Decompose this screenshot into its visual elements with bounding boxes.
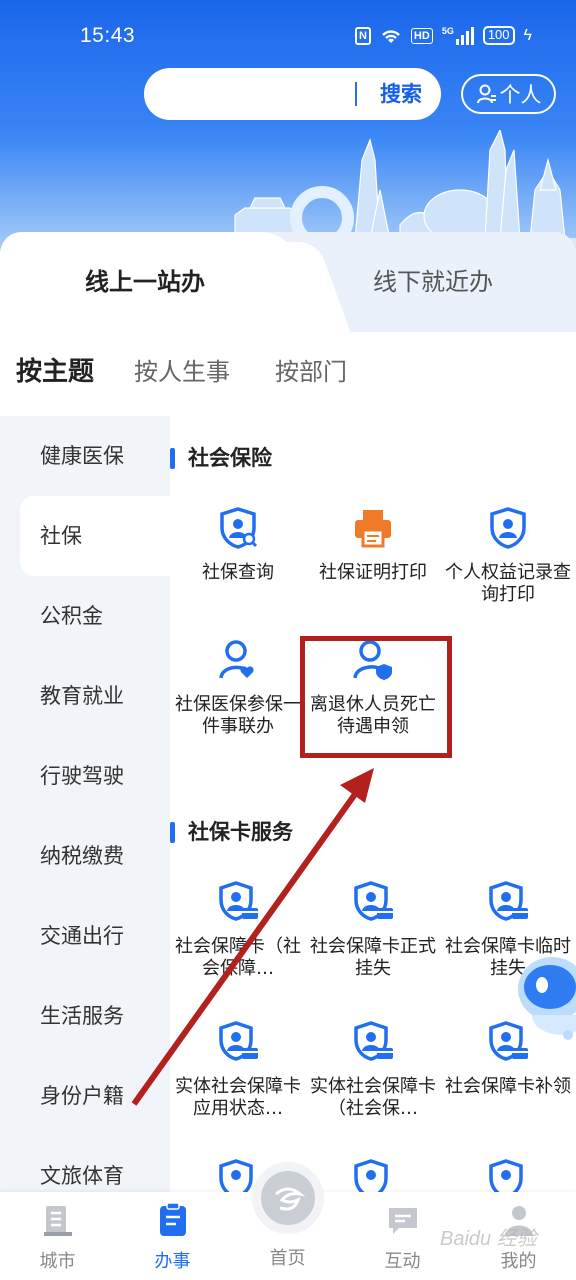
- nav-label: 办事: [154, 1251, 191, 1272]
- service-label: 社保医保参保一件事联办: [175, 694, 301, 737]
- shield-card-icon: [354, 1021, 393, 1061]
- sidebar-item-transport[interactable]: 交通出行: [0, 896, 170, 976]
- sidebar-item-housing-fund[interactable]: 公积金: [0, 576, 170, 656]
- tab-online[interactable]: 线上一站办: [0, 232, 290, 332]
- personal-label: 个人: [499, 83, 542, 107]
- battery-icon: 100: [482, 26, 515, 45]
- search-input[interactable]: [162, 80, 352, 108]
- service-label: 社保证明打印: [319, 562, 427, 583]
- topic-by-department[interactable]: 按部门: [275, 352, 347, 392]
- sidebar-item-health[interactable]: 健康医保: [0, 416, 170, 496]
- section-title-card-service: 社保卡服务: [170, 816, 293, 848]
- wifi-icon: [382, 29, 400, 43]
- shield-search-icon: [220, 507, 258, 549]
- nav-services[interactable]: 办事: [115, 1192, 230, 1280]
- topic-by-theme[interactable]: 按主题: [16, 352, 98, 392]
- status-time: 15:43: [80, 24, 136, 47]
- tab-offline[interactable]: 线下就近办: [290, 232, 576, 332]
- service-card-item[interactable]: 实体社会保障卡（社会保…: [305, 1020, 441, 1120]
- nav-label: 首页: [269, 1248, 306, 1269]
- sidebar-item-tax[interactable]: 纳税缴费: [0, 816, 170, 896]
- assistant-robot-icon[interactable]: [508, 955, 576, 1049]
- section-title-social-insurance: 社会保险: [170, 442, 272, 474]
- service-card-item[interactable]: 实体社会保障卡应用状态…: [170, 1020, 306, 1120]
- charging-icon: ϟ: [523, 26, 532, 44]
- user-icon: [476, 84, 496, 104]
- service-rights-record[interactable]: 个人权益记录查询打印: [440, 506, 576, 606]
- status-bar: 15:43 N HD 5G 100 ϟ: [0, 0, 576, 72]
- sidebar-item-life[interactable]: 生活服务: [0, 976, 170, 1056]
- service-social-query[interactable]: 社保查询: [170, 506, 306, 584]
- service-card-item[interactable]: 社会保障卡正式挂失: [305, 880, 441, 980]
- home-logo-icon: [252, 1162, 324, 1234]
- shield-card-icon: [219, 881, 258, 921]
- sidebar-item-identity[interactable]: 身份户籍: [0, 1056, 170, 1136]
- chat-icon: [388, 1208, 417, 1234]
- service-content: 社会保险 社保查询 社保证明打印 个人权益记录查询打印 社保医保参保一件事联办 …: [170, 416, 576, 1280]
- signal-icon: [455, 26, 474, 45]
- topic-label: 按主题: [16, 357, 95, 387]
- service-label: 社会保障卡（社会保障…: [175, 936, 301, 979]
- nav-city[interactable]: 城市: [0, 1192, 115, 1280]
- service-insurance-joint[interactable]: 社保医保参保一件事联办: [170, 638, 306, 738]
- sidebar-item-driving[interactable]: 行驶驾驶: [0, 736, 170, 816]
- personal-button[interactable]: 个人: [461, 74, 556, 114]
- service-label: 社会保障卡正式挂失: [310, 936, 436, 979]
- main-panel: 线上一站办 线下就近办 按主题 按人生事 按部门 健康医保 社保 公积金 教育就…: [0, 232, 576, 1280]
- sidebar-item-education[interactable]: 教育就业: [0, 656, 170, 736]
- search-button[interactable]: 搜索: [366, 68, 436, 120]
- service-label: 实体社会保障卡（社会保…: [310, 1076, 436, 1119]
- watermark: Baidu 经验: [440, 1228, 537, 1250]
- nav-label: 城市: [39, 1251, 76, 1272]
- service-label: 社保查询: [202, 562, 274, 583]
- category-sidebar: 健康医保 社保 公积金 教育就业 行驶驾驶 纳税缴费 交通出行 生活服务 身份户…: [0, 416, 170, 1280]
- sidebar-item-social-security[interactable]: 社保: [20, 496, 170, 576]
- topic-by-life-event[interactable]: 按人生事: [134, 352, 230, 392]
- topic-filter-row: 按主题 按人生事 按部门: [0, 332, 576, 416]
- search-divider: [355, 82, 357, 106]
- nav-home[interactable]: 首页: [230, 1162, 345, 1280]
- user-heart-icon: [219, 640, 254, 679]
- printer-icon: [355, 510, 391, 548]
- search-bar: 搜索: [144, 68, 441, 120]
- shield-user-icon: [490, 507, 526, 549]
- service-label: 实体社会保障卡应用状态…: [175, 1076, 301, 1119]
- highlight-box: [300, 636, 452, 758]
- service-card-item[interactable]: 社会保障卡（社会保障…: [170, 880, 306, 980]
- service-mode-tabs: 线上一站办 线下就近办: [0, 232, 576, 332]
- document-icon: [159, 1202, 186, 1236]
- network-type: 5G: [441, 26, 454, 36]
- shield-card-icon: [219, 1021, 258, 1061]
- shield-card-icon: [489, 881, 528, 921]
- hd-icon: HD: [410, 27, 433, 44]
- service-label: 社会保障卡补领: [445, 1076, 571, 1097]
- shield-card-icon: [354, 881, 393, 921]
- service-certificate-print[interactable]: 社保证明打印: [305, 506, 441, 584]
- service-label: 个人权益记录查询打印: [445, 562, 571, 605]
- nfc-icon: N: [354, 26, 371, 45]
- building-icon: [43, 1206, 72, 1236]
